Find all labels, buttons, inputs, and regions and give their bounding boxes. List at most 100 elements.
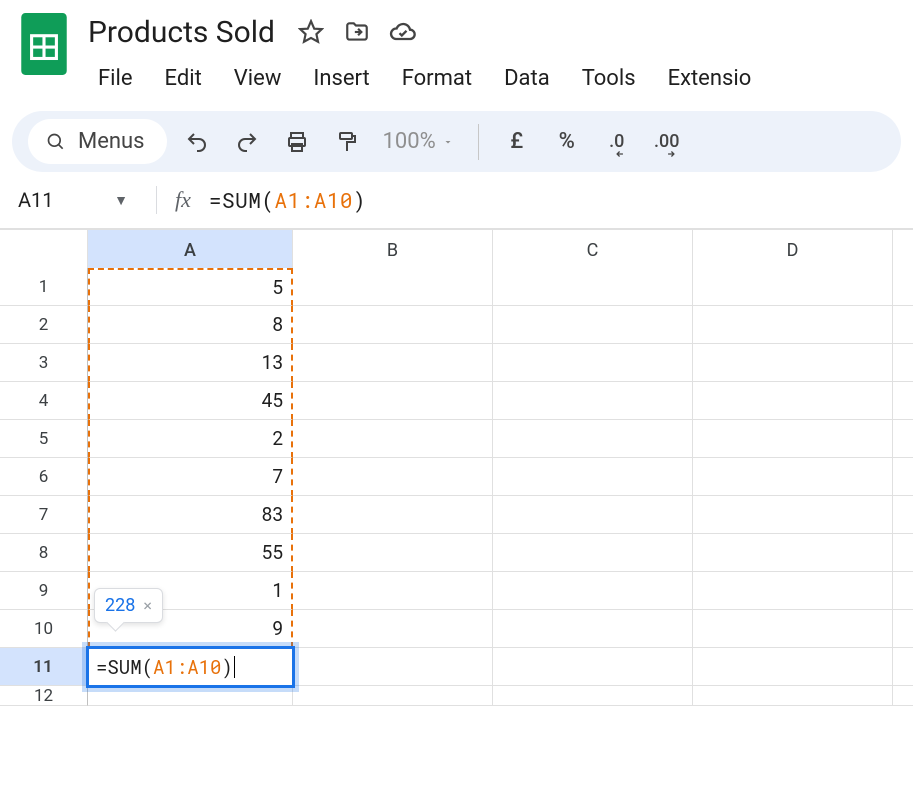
cell[interactable] [693,686,893,706]
cell[interactable] [893,534,913,572]
cell[interactable] [493,306,693,344]
row-header[interactable]: 10 [0,610,88,648]
menu-insert[interactable]: Insert [299,60,383,97]
cell[interactable] [693,344,893,382]
cell[interactable] [693,572,893,610]
cell[interactable] [893,572,913,610]
col-header-b[interactable]: B [293,230,493,272]
cell-a8[interactable]: 55 [88,534,293,572]
cell-a2[interactable]: 8 [88,306,293,344]
cell-a7[interactable]: 83 [88,496,293,534]
cell[interactable] [893,382,913,420]
cell-a1[interactable]: 5 [88,268,293,306]
cell[interactable] [293,268,493,306]
cell[interactable] [493,268,693,306]
currency-button[interactable]: £ [497,122,537,162]
spreadsheet-grid[interactable]: A B C D 1 5 2 8 3 13 4 45 5 2 6 7 7 83 8… [0,229,913,724]
select-all-corner[interactable] [0,230,88,272]
cell[interactable] [693,534,893,572]
menu-tools[interactable]: Tools [568,60,650,97]
cell[interactable] [493,496,693,534]
cell-a3[interactable]: 13 [88,344,293,382]
cell[interactable] [693,382,893,420]
percent-button[interactable]: % [547,122,587,162]
cell[interactable] [693,648,893,686]
cell[interactable] [893,306,913,344]
cell[interactable] [293,534,493,572]
cell[interactable] [893,610,913,648]
cell[interactable] [88,686,293,706]
col-header-d[interactable]: D [693,230,893,272]
cell-a6[interactable]: 7 [88,458,293,496]
cell[interactable] [493,686,693,706]
col-header-extra[interactable] [893,230,913,272]
cell[interactable] [493,572,693,610]
cell[interactable] [493,648,693,686]
row-header[interactable]: 9 [0,572,88,610]
cell[interactable] [293,610,493,648]
row-header[interactable]: 7 [0,496,88,534]
document-title[interactable]: Products Sold [84,13,279,52]
col-header-c[interactable]: C [493,230,693,272]
menu-edit[interactable]: Edit [151,60,216,97]
name-box[interactable]: A11 ▼ [18,188,138,212]
cell[interactable] [693,306,893,344]
cell[interactable] [893,686,913,706]
cell[interactable] [893,648,913,686]
zoom-select[interactable]: 100% [377,129,460,154]
sheets-logo[interactable] [16,10,72,78]
cell[interactable] [493,344,693,382]
menu-extensions[interactable]: Extensio [654,60,766,97]
cell[interactable] [893,344,913,382]
star-icon[interactable] [297,18,325,46]
row-header[interactable]: 12 [0,686,88,706]
menu-view[interactable]: View [220,60,296,97]
row-header[interactable]: 2 [0,306,88,344]
cell[interactable] [693,496,893,534]
increase-decimal-button[interactable]: .00 [647,122,687,162]
cell[interactable] [493,610,693,648]
cell[interactable] [293,572,493,610]
cell[interactable] [493,382,693,420]
cell-a5[interactable]: 2 [88,420,293,458]
cell[interactable] [493,458,693,496]
cell[interactable] [893,420,913,458]
menus-search[interactable]: Menus [28,119,167,164]
row-header[interactable]: 11 [0,648,88,686]
move-folder-icon[interactable] [343,18,371,46]
menu-file[interactable]: File [84,60,147,97]
row-header[interactable]: 1 [0,268,88,306]
row-header[interactable]: 5 [0,420,88,458]
cell[interactable] [893,268,913,306]
cell[interactable] [693,610,893,648]
row-header[interactable]: 4 [0,382,88,420]
cell[interactable] [493,420,693,458]
cell[interactable] [493,534,693,572]
cell[interactable] [693,268,893,306]
cloud-status-icon[interactable] [389,18,417,46]
menu-format[interactable]: Format [388,60,486,97]
cell[interactable] [293,458,493,496]
row-header[interactable]: 6 [0,458,88,496]
row-header[interactable]: 8 [0,534,88,572]
cell[interactable] [693,420,893,458]
cell[interactable] [693,458,893,496]
decrease-decimal-button[interactable]: .0 [597,122,637,162]
close-icon[interactable]: × [143,596,152,615]
cell[interactable] [293,344,493,382]
menu-data[interactable]: Data [490,60,564,97]
undo-button[interactable] [177,122,217,162]
cell[interactable] [293,686,493,706]
redo-button[interactable] [227,122,267,162]
print-button[interactable] [277,122,317,162]
cell[interactable] [293,306,493,344]
cell[interactable] [293,648,493,686]
cell[interactable] [893,458,913,496]
col-header-a[interactable]: A [88,230,293,272]
cell[interactable] [293,496,493,534]
row-header[interactable]: 3 [0,344,88,382]
paint-format-button[interactable] [327,122,367,162]
cell[interactable] [293,420,493,458]
formula-bar[interactable]: =SUM(A1:A10) [209,186,366,214]
cell-a11-editing[interactable]: =SUM(A1:A10) [88,648,293,686]
